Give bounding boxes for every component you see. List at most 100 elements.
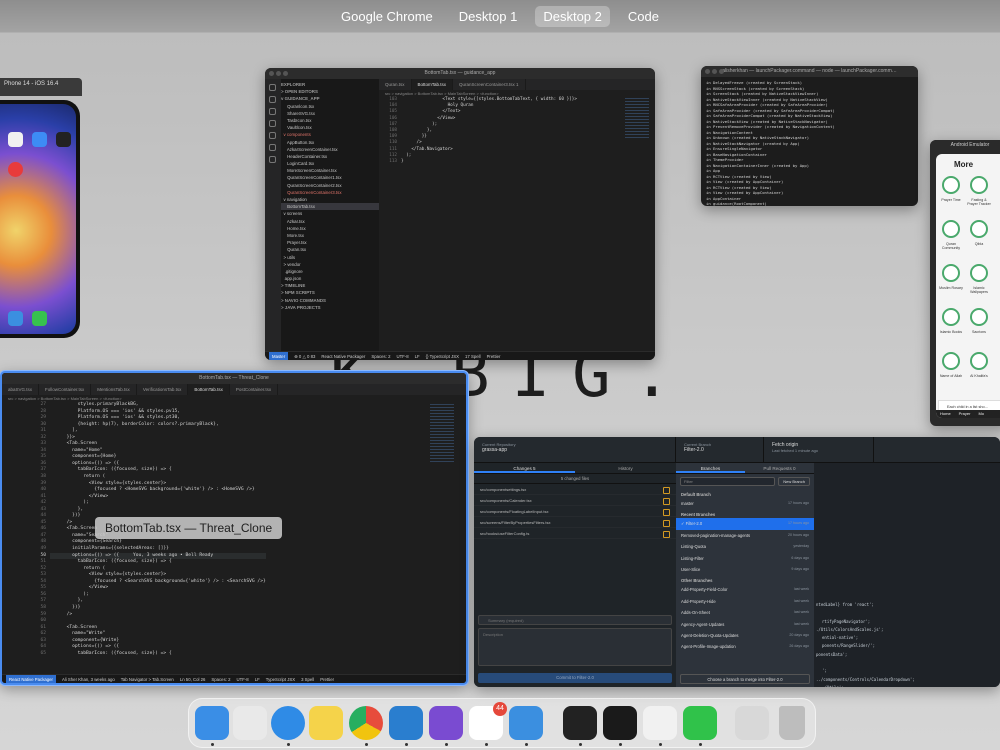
finder-icon[interactable] xyxy=(195,706,229,740)
status-item[interactable]: Ali Sher Khan, 3 weeks ago xyxy=(62,675,115,683)
status-item[interactable]: Tab Navigator > Tab.Screen xyxy=(121,675,174,683)
code-area[interactable]: 103 104 105 106 107 108 109 110 111 112 113 <Text … xyxy=(379,97,655,165)
explorer-item[interactable]: QuranScreenContainer3.tsx xyxy=(281,189,379,196)
android-emulator-window[interactable]: Android Emulator More Prayer Time Fasting… xyxy=(930,140,1000,426)
branch-item[interactable]: Listing-Filter 6 days ago xyxy=(676,553,814,564)
guidance-app-icon[interactable] xyxy=(8,162,23,177)
code-line[interactable]: } xyxy=(401,159,577,165)
branch-item[interactable]: ✓ Filter-2.0 17 hours ago xyxy=(676,518,814,530)
tab-branches[interactable]: Branches xyxy=(676,463,745,473)
explorer-item[interactable]: QuranScreenContainer2.tsx xyxy=(281,182,379,189)
tab-home[interactable]: Home xyxy=(940,410,951,418)
code-editor[interactable]: Quran.tsx BottomTab.tsx QuranScreenContain… xyxy=(379,79,655,351)
current-repository-button[interactable]: Current Repository grassa-app xyxy=(474,437,676,462)
explorer-item[interactable]: BottomTab.tsx xyxy=(281,203,379,211)
branch-item[interactable]: User-Slice 9 days ago xyxy=(676,564,814,575)
new-branch-button[interactable]: New Branch xyxy=(778,477,810,486)
android-screen[interactable]: More Prayer Time Fasting & Prayer Tracker… xyxy=(936,154,1000,418)
explorer-item[interactable]: > TIMELINE xyxy=(281,282,379,289)
explorer-item[interactable]: AppButton.tsx xyxy=(281,139,379,146)
whatsapp-icon[interactable] xyxy=(683,706,717,740)
code-lines[interactable]: <Text style={[styles.BottomTabText, { wi… xyxy=(401,97,577,165)
code-line[interactable]: {focused ? <HomeSVG background={'white'}… xyxy=(50,487,266,494)
explorer-item[interactable]: v components xyxy=(281,131,379,138)
space-google-chrome[interactable]: Google Chrome xyxy=(333,6,441,27)
feature-icon[interactable] xyxy=(970,308,988,326)
space-code[interactable]: Code xyxy=(620,6,667,27)
explorer-item[interactable]: > OPEN EDITORS xyxy=(281,88,379,95)
status-item[interactable]: React Native Packager xyxy=(6,675,56,683)
tab-more[interactable]: Mo xyxy=(978,410,984,418)
status-item[interactable]: Ln 50, Col 26 xyxy=(180,675,206,683)
messages-dock-icon[interactable] xyxy=(32,311,47,326)
status-item[interactable]: Prettier xyxy=(320,675,334,683)
photos-app-icon[interactable] xyxy=(8,132,23,147)
explorer-item[interactable]: Azkar.tsx xyxy=(281,218,379,225)
terminal-window[interactable]: alisherkhan — launchPackager.command — n… xyxy=(701,66,918,206)
breadcrumb[interactable]: src > navigation > BottomTab.tsx > MainT… xyxy=(379,90,655,97)
status-item[interactable]: React Native Packager xyxy=(321,352,365,360)
editor-tab[interactable]: VerificationsTab.tsx xyxy=(137,384,189,395)
feature-icon[interactable] xyxy=(942,308,960,326)
tab-prayer[interactable]: Prayer xyxy=(959,410,971,418)
explorer-item[interactable]: Prayer.tsx xyxy=(281,239,379,246)
breadcrumb[interactable]: src > navigation > BottomTab.tsx > MainT… xyxy=(2,395,466,402)
explorer-item[interactable]: .gitignore xyxy=(281,268,379,275)
branch-item[interactable]: Add-Property-Hide last week xyxy=(676,596,814,607)
vscode-window-guidance-app[interactable]: BottomTab.tsx — guidance_app EXPLORER > O… xyxy=(265,68,655,360)
file-explorer[interactable]: EXPLORER > OPEN EDITORS v GUIDANCE_APP Qur… xyxy=(281,79,379,351)
explorer-item[interactable]: EXPLORER xyxy=(281,81,379,88)
merge-branch-button[interactable]: Choose a branch to merge into Filter-2.0 xyxy=(680,674,810,684)
current-branch-button[interactable]: Current Branch Filter-2.0 xyxy=(676,437,764,462)
commit-button[interactable]: Commit to Filter-2.0 xyxy=(478,673,672,683)
status-item[interactable]: LF xyxy=(255,675,260,683)
feature-icon[interactable] xyxy=(970,352,988,370)
minimap[interactable] xyxy=(625,98,649,140)
space-desktop-2[interactable]: Desktop 2 xyxy=(535,6,610,27)
notes-icon[interactable] xyxy=(309,706,343,740)
terminal-icon[interactable] xyxy=(603,706,637,740)
editor-tab[interactable]: BottomTab.tsx xyxy=(188,384,230,395)
status-item[interactable]: {} TypeScript JSX xyxy=(426,352,459,360)
feature-icon[interactable] xyxy=(970,176,988,194)
android-studio-icon[interactable] xyxy=(643,706,677,740)
status-item[interactable]: ⊗ 0 △ 0 83 xyxy=(294,352,315,360)
files-app-icon[interactable] xyxy=(32,132,47,147)
branch-filter-input[interactable]: Filter xyxy=(680,477,776,486)
tab-changes[interactable]: Changes 5 xyxy=(474,463,575,473)
status-item[interactable]: 17 Spell xyxy=(465,352,481,360)
chrome-icon[interactable] xyxy=(349,706,383,740)
explorer-item[interactable]: LoginCard.tsx xyxy=(281,160,379,167)
minimap[interactable] xyxy=(430,404,454,464)
status-item[interactable]: Master xyxy=(269,352,289,360)
branch-item[interactable]: Removed-pagination-manage-agents 20 hours… xyxy=(676,530,814,541)
branch-item[interactable]: Adds-On-Sheet last week xyxy=(676,607,814,618)
explorer-item[interactable]: app.json xyxy=(281,275,379,282)
editor-tab[interactable]: BottomTab.tsx xyxy=(411,79,454,90)
explorer-item[interactable]: > utils xyxy=(281,254,379,261)
search-icon[interactable] xyxy=(269,96,276,103)
changed-file-item[interactable]: src/componentsettings.tsx xyxy=(474,484,676,495)
status-item[interactable]: Prettier xyxy=(487,352,501,360)
explorer-item[interactable]: Quranlcon.tsx xyxy=(281,103,379,110)
launchpad-icon[interactable] xyxy=(233,706,267,740)
explorer-item[interactable]: > NPM SCRIPTS xyxy=(281,289,379,296)
space-desktop-1[interactable]: Desktop 1 xyxy=(451,6,526,27)
shortcuts-app-icon[interactable] xyxy=(56,132,71,147)
status-item[interactable]: 3 Spell xyxy=(301,675,314,683)
explorer-item[interactable]: v GUIDANCE_APP xyxy=(281,95,379,102)
changed-file-item[interactable]: src/screens/FilterByPropertiesFilters.ts… xyxy=(474,517,676,528)
changed-file-item[interactable]: src/components/FloatingLabelInput.tsx xyxy=(474,506,676,517)
vscode-icon[interactable] xyxy=(389,706,423,740)
status-item[interactable]: Spaces: 2 xyxy=(211,675,230,683)
tab-pull-requests[interactable]: Pull Requests 0 xyxy=(745,463,814,473)
activity-monitor-icon[interactable] xyxy=(563,706,597,740)
remote-icon[interactable] xyxy=(269,144,276,151)
branch-item[interactable]: Listing-Quota yesterday xyxy=(676,541,814,552)
xcode-icon[interactable] xyxy=(509,706,543,740)
feature-icon[interactable] xyxy=(942,264,960,282)
explorer-item[interactable]: v navigation xyxy=(281,196,379,203)
branch-item[interactable]: Add-Property-Field-Color last week xyxy=(676,584,814,595)
status-item[interactable]: UTF-8 xyxy=(237,675,249,683)
explorer-item[interactable]: Quran.tsx xyxy=(281,246,379,253)
